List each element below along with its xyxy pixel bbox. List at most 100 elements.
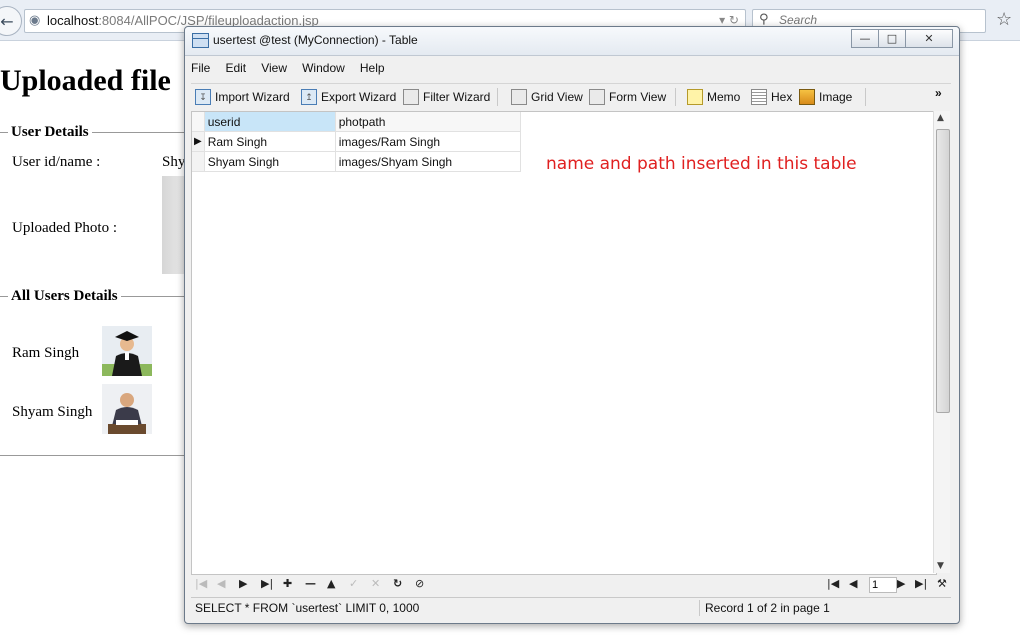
cell-userid[interactable]: Ram Singh [204, 131, 336, 152]
last-record-icon[interactable]: ▶| [261, 577, 273, 590]
delete-record-icon[interactable]: — [305, 577, 316, 590]
apply-changes-icon[interactable]: ✓ [349, 577, 358, 590]
user-name-ram: Ram Singh [12, 345, 80, 361]
annotation-text: name and path inserted in this table [546, 154, 857, 174]
memo-button[interactable]: Memo [687, 88, 740, 106]
menu-help[interactable]: Help [360, 57, 385, 79]
hex-button[interactable]: Hex [751, 88, 792, 106]
next-page-icon[interactable]: ▶ [897, 577, 905, 590]
settings-tools-icon[interactable]: ⚒ [937, 577, 947, 590]
filter-wizard-label: Filter Wizard [423, 90, 491, 104]
toolbar-divider [865, 88, 866, 106]
minimize-button[interactable]: — [851, 29, 879, 48]
uploaded-photo [162, 176, 186, 274]
status-divider [699, 600, 700, 616]
form-view-button[interactable]: Form View [589, 88, 666, 106]
row-indicator-header [192, 112, 205, 132]
image-button[interactable]: Image [799, 88, 852, 106]
export-wizard-button[interactable]: ↥ Export Wizard [301, 88, 396, 106]
bookmark-star-icon[interactable]: ☆ [996, 9, 1012, 30]
filter-wizard-button[interactable]: Filter Wizard [403, 88, 490, 106]
toolbar: ↧ Import Wizard ↥ Export Wizard Filter Wiz… [191, 83, 951, 110]
page-number-input[interactable]: 1 [869, 577, 897, 593]
user-id-value: Shy [162, 154, 186, 170]
page-title: Uploaded file [0, 64, 171, 97]
table-header-row: userid photpath [192, 112, 521, 132]
cell-userid[interactable]: Shyam Singh [204, 151, 336, 172]
current-row-arrow-icon: ▶ [192, 131, 205, 152]
edit-record-icon[interactable]: ▲ [327, 577, 335, 590]
records-table: userid photpath ▶ Ram Singh images/Ram S… [192, 112, 521, 172]
search-icon: ⚲ [759, 12, 769, 27]
cell-photpath[interactable]: images/Ram Singh [335, 131, 521, 152]
import-wizard-label: Import Wizard [215, 90, 290, 104]
table-window: usertest @test (MyConnection) - Table — … [184, 26, 960, 624]
prev-page-icon[interactable]: ◀ [849, 577, 857, 590]
scrollbar-thumb[interactable] [936, 129, 950, 413]
last-page-icon[interactable]: ▶| [915, 577, 927, 590]
refresh-icon[interactable]: ↻ [393, 577, 402, 590]
user-details-legend: User Details [8, 124, 92, 141]
status-bar: SELECT * FROM `usertest` LIMIT 0, 1000 R… [191, 597, 951, 618]
vertical-scrollbar[interactable]: ▲ ▼ [933, 111, 950, 573]
toolbar-divider [497, 88, 498, 106]
record-navigator: |◀ ◀ ▶ ▶| ✚ — ▲ ✓ ✕ ↻ ⊘ |◀ ◀ 1 ▶ ▶| ⚒ [191, 575, 951, 595]
menu-file[interactable]: File [191, 57, 210, 79]
prev-record-icon[interactable]: ◀ [217, 577, 225, 590]
window-titlebar[interactable]: usertest @test (MyConnection) - Table — … [185, 27, 959, 56]
column-header-userid[interactable]: userid [204, 112, 336, 132]
close-button[interactable]: ✕ [905, 29, 953, 48]
memo-label: Memo [707, 90, 741, 104]
data-grid: userid photpath ▶ Ram Singh images/Ram S… [191, 111, 937, 575]
grid-view-button[interactable]: Grid View [511, 88, 583, 106]
filter-icon [403, 89, 419, 105]
all-users-legend: All Users Details [8, 288, 121, 305]
row-indicator [192, 151, 205, 172]
form-view-label: Form View [609, 90, 667, 104]
import-wizard-button[interactable]: ↧ Import Wizard [195, 88, 290, 106]
user-id-label: User id/name : [12, 154, 101, 170]
image-icon [799, 89, 815, 105]
first-page-icon[interactable]: |◀ [827, 577, 839, 590]
table-icon [192, 33, 209, 48]
back-arrow-icon[interactable]: ← [0, 6, 22, 36]
grid-view-icon [511, 89, 527, 105]
form-view-icon [589, 89, 605, 105]
image-label: Image [819, 90, 853, 104]
toolbar-overflow-icon[interactable]: » [935, 84, 942, 102]
office-worker-photo-icon [102, 384, 152, 434]
cell-photpath[interactable]: images/Shyam Singh [335, 151, 521, 172]
export-wizard-label: Export Wizard [321, 90, 397, 104]
add-record-icon[interactable]: ✚ [283, 577, 292, 590]
status-sql-query: SELECT * FROM `usertest` LIMIT 0, 1000 [195, 601, 420, 615]
graduate-photo-icon [102, 326, 152, 376]
menu-bar: File Edit View Window Help [191, 57, 395, 79]
maximize-button[interactable]: □ [878, 29, 906, 48]
menu-window[interactable]: Window [302, 57, 345, 79]
menu-edit[interactable]: Edit [225, 57, 246, 79]
user-name-shyam: Shyam Singh [12, 404, 93, 420]
memo-icon [687, 89, 703, 105]
scroll-down-icon[interactable]: ▼ [937, 561, 944, 571]
menu-view[interactable]: View [261, 57, 287, 79]
hex-label: Hex [771, 90, 793, 104]
url-host: localhost [47, 13, 99, 28]
import-icon: ↧ [195, 89, 211, 105]
reload-icon[interactable]: ▾ ↻ [719, 13, 739, 27]
window-title: usertest @test (MyConnection) - Table [213, 33, 418, 47]
all-users-section: All Users Details [0, 288, 184, 456]
column-header-photpath[interactable]: photpath [335, 112, 521, 132]
next-record-icon[interactable]: ▶ [239, 577, 247, 590]
toolbar-divider [675, 88, 676, 106]
first-record-icon[interactable]: |◀ [195, 577, 207, 590]
table-row[interactable]: Shyam Singh images/Shyam Singh [192, 151, 521, 172]
table-row[interactable]: ▶ Ram Singh images/Ram Singh [192, 131, 521, 152]
stop-icon[interactable]: ⊘ [415, 577, 424, 590]
globe-icon: ◉ [29, 13, 41, 28]
cancel-changes-icon[interactable]: ✕ [371, 577, 380, 590]
grid-view-label: Grid View [531, 90, 583, 104]
scroll-up-icon[interactable]: ▲ [937, 113, 944, 123]
export-icon: ↥ [301, 89, 317, 105]
uploaded-photo-label: Uploaded Photo : [12, 220, 117, 236]
status-record-count: Record 1 of 2 in page 1 [705, 601, 830, 615]
